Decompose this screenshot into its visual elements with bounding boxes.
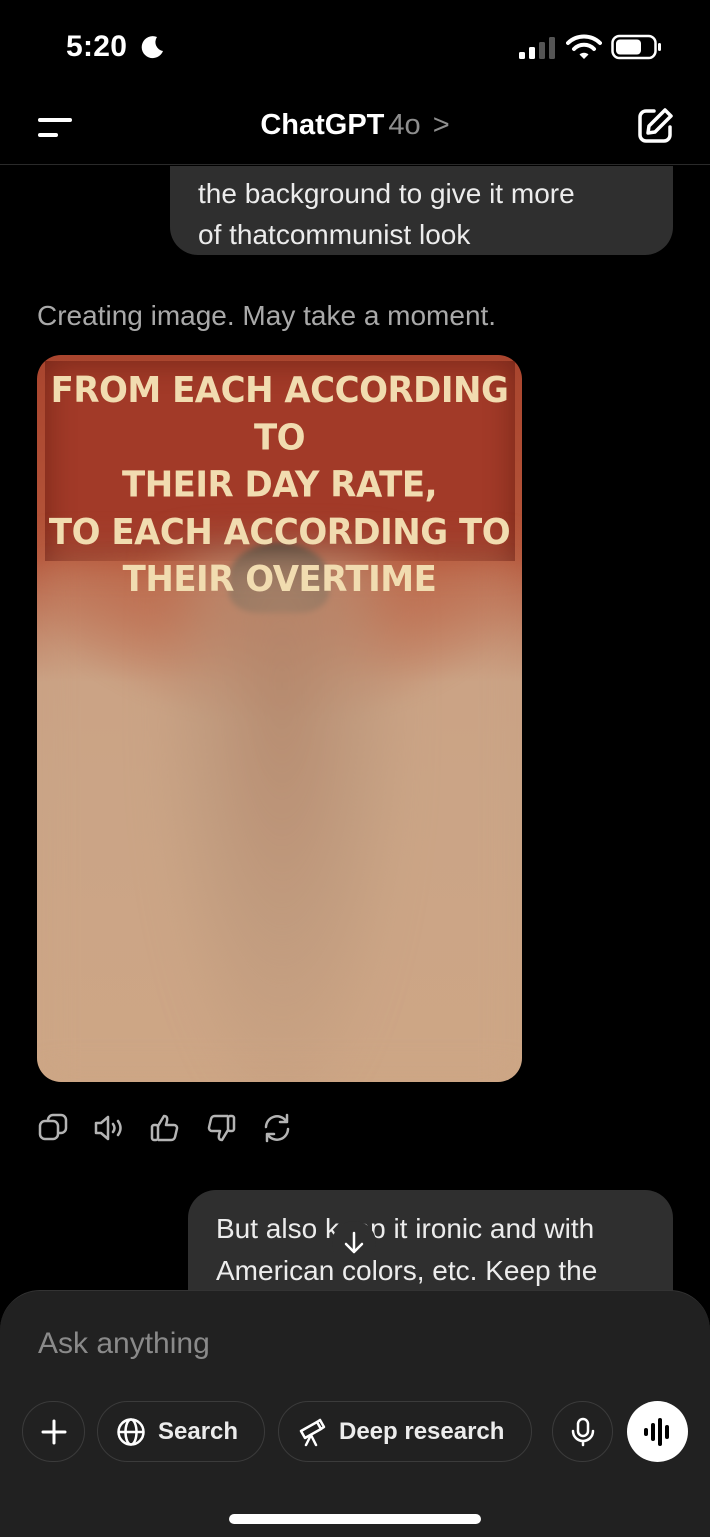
scroll-to-bottom-button[interactable]: [332, 1221, 376, 1265]
voice-mode-button[interactable]: [627, 1401, 688, 1462]
poster-line: FROM EACH ACCORDING TO: [50, 369, 509, 459]
chat-thread[interactable]: the background to give it more of thatco…: [0, 166, 710, 1296]
status-bar: 5:20: [0, 0, 710, 95]
deep-research-button[interactable]: Deep research: [278, 1401, 532, 1462]
thumbs-up-icon: [150, 1114, 179, 1142]
home-indicator: [229, 1514, 481, 1524]
thumbs-up-button[interactable]: [149, 1110, 205, 1146]
add-attachment-button[interactable]: [22, 1401, 85, 1462]
copy-icon: [38, 1113, 68, 1141]
signal-icon: [519, 37, 555, 59]
regenerate-button[interactable]: [261, 1110, 317, 1146]
mic-icon: [571, 1417, 594, 1446]
plus-icon: [41, 1419, 66, 1444]
read-aloud-icon: [94, 1115, 122, 1141]
message-actions: [37, 1110, 317, 1146]
blur-overlay: [37, 555, 522, 1082]
generated-image[interactable]: FROM EACH ACCORDING TO THEIR DAY RATE, T…: [37, 355, 522, 1082]
regenerate-icon: [264, 1113, 290, 1143]
user-message: the background to give it more of thatco…: [170, 166, 673, 255]
edit-icon[interactable]: [634, 105, 676, 147]
model-selector[interactable]: ChatGPT 4o >: [0, 109, 710, 142]
nav-header: ChatGPT 4o >: [0, 95, 710, 165]
message-line: But also keep it ironic and with: [216, 1213, 595, 1244]
poster-slogan: FROM EACH ACCORDING TO THEIR DAY RATE, T…: [37, 367, 522, 603]
chevron-right-icon: >: [432, 109, 450, 141]
poster-line: TO EACH ACCORDING TO: [48, 511, 511, 554]
deep-research-label: Deep research: [339, 1417, 505, 1445]
status-text: Creating image. May take a moment.: [37, 300, 497, 331]
message-line: of thatcommunist look: [198, 219, 471, 250]
copy-button[interactable]: [37, 1110, 93, 1146]
poster-line: THEIR OVERTIME: [122, 558, 437, 601]
voice-waveform-icon: [643, 1417, 669, 1446]
search-label: Search: [158, 1417, 239, 1445]
battery-icon: [611, 34, 661, 60]
telescope-icon: [299, 1418, 326, 1446]
arrow-down-icon: [344, 1231, 364, 1254]
user-message: But also keep it ironic and with America…: [188, 1190, 673, 1296]
poster-line: THEIR DAY RATE,: [122, 463, 437, 506]
model-name: 4o: [388, 109, 421, 141]
thumbs-down-icon: [207, 1114, 236, 1142]
ask-input[interactable]: [38, 1327, 598, 1361]
message-line: the background to give it more: [198, 178, 575, 209]
app-title: ChatGPT: [260, 109, 385, 141]
thumbs-down-button[interactable]: [205, 1110, 261, 1146]
message-line: American colors, etc. Keep the: [216, 1255, 598, 1286]
read-aloud-button[interactable]: [93, 1110, 149, 1146]
wifi-icon: [566, 34, 602, 59]
status-time: 5:20: [66, 30, 128, 63]
search-button[interactable]: Search: [97, 1401, 265, 1462]
composer: Search Deep research: [0, 1290, 710, 1537]
dictate-button[interactable]: [552, 1401, 613, 1462]
moon-icon: [141, 36, 163, 59]
globe-icon: [117, 1417, 145, 1446]
